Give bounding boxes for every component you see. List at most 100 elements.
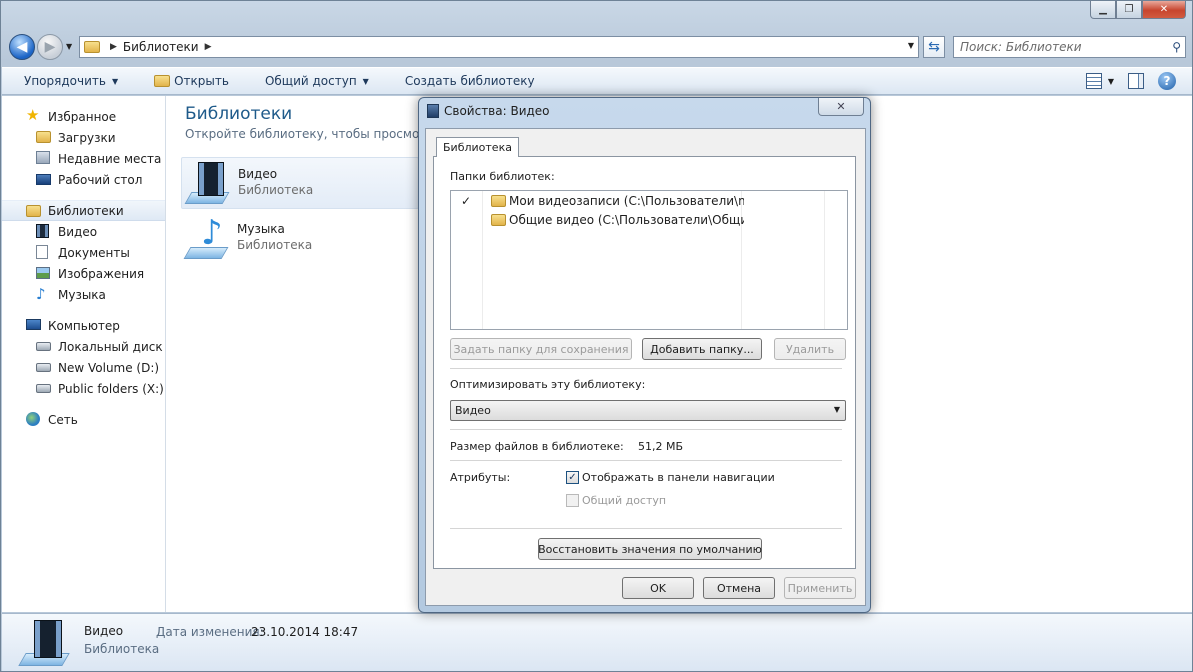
details-date-label: Дата изменения: (156, 625, 264, 639)
nav-computer[interactable]: Компьютер (2, 315, 165, 336)
library-item-music[interactable]: ♪ Музыка Библиотека (181, 213, 419, 265)
address-bar[interactable]: ▶ Библиотеки ▶ ▼ (79, 36, 919, 58)
share-button[interactable]: Общий доступ ▼ (243, 68, 383, 94)
pictures-icon (36, 267, 50, 279)
chevron-down-icon: ▼ (111, 76, 119, 86)
shared-checkbox[interactable] (566, 494, 579, 507)
music-library-icon: ♪ (183, 213, 229, 259)
ok-button[interactable]: OK (622, 577, 694, 599)
nav-downloads[interactable]: Загрузки (2, 127, 165, 148)
breadcrumb-arrow-icon[interactable]: ▶ (205, 42, 212, 52)
command-bar: Упорядочить ▼ Открыть Общий доступ ▼ Соз… (2, 67, 1192, 95)
maximize-button[interactable]: ❐ (1116, 1, 1142, 19)
search-input[interactable]: Поиск: Библиотеки ⚲ (953, 36, 1186, 58)
organize-button[interactable]: Упорядочить ▼ (2, 68, 132, 94)
default-save-check-icon: ✓ (461, 194, 472, 208)
nav-libraries[interactable]: Библиотеки (2, 200, 165, 221)
back-button[interactable]: ◀ (9, 34, 35, 60)
nav-new-volume[interactable]: New Volume (D:) (2, 357, 165, 378)
search-icon[interactable]: ⚲ (1172, 40, 1181, 54)
nav-images[interactable]: Изображения (2, 263, 165, 284)
computer-icon (26, 319, 41, 330)
library-name: Видео (238, 167, 278, 181)
nav-video-label: Видео (58, 224, 98, 239)
nav-favorites[interactable]: ★ Избранное (2, 106, 165, 127)
folder-path: Общие видео (C:\Пользователи\Общие) (509, 213, 744, 227)
nav-local-disk[interactable]: Локальный диск (C (2, 336, 165, 357)
share-label: Общий доступ (264, 74, 357, 88)
network-drive-icon (36, 384, 51, 393)
nav-network[interactable]: Сеть (2, 409, 165, 430)
nav-music[interactable]: ♪ Музыка (2, 284, 165, 305)
address-dropdown-icon[interactable]: ▼ (908, 41, 914, 50)
tab-library[interactable]: Библиотека (436, 137, 519, 157)
restore-defaults-button[interactable]: Восстановить значения по умолчанию (538, 538, 762, 560)
video-library-icon (18, 618, 70, 668)
properties-dialog: Свойства: Видео ✕ Библиотека Папки библи… (418, 97, 871, 613)
show-in-nav-label[interactable]: Отображать в панели навигации (582, 471, 775, 484)
nav-music-label: Музыка (58, 287, 106, 302)
nav-images-label: Изображения (58, 266, 145, 281)
details-name: Видео (84, 624, 124, 638)
library-item-video[interactable]: Видео Библиотека (181, 157, 419, 209)
close-icon: ✕ (1159, 4, 1169, 15)
attributes-label: Атрибуты: (450, 471, 511, 484)
chevron-down-icon: ▼ (833, 405, 840, 414)
recent-pages-dropdown[interactable]: ▼ (66, 42, 72, 51)
dialog-body: Библиотека Папки библиотек: ✓ Мои видеоз… (425, 128, 866, 606)
set-save-location-button[interactable]: Задать папку для сохранения (450, 338, 632, 360)
chevron-down-icon: ▼ (1107, 76, 1114, 86)
details-date-value: 23.10.2014 18:47 (251, 625, 359, 639)
nav-new-volume-label: New Volume (D:) (58, 360, 160, 375)
tab-panel-library: Папки библиотек: ✓ Мои видеозаписи (C:\П… (433, 156, 856, 569)
desktop-icon (36, 174, 51, 185)
address-row: ◀ ▶ ▼ ▶ Библиотеки ▶ ▼ ⇆ Поиск: Библиоте… (7, 33, 1186, 61)
add-folder-button[interactable]: Добавить папку... (642, 338, 762, 360)
dialog-close-button[interactable]: ✕ (818, 98, 864, 116)
optimize-label: Оптимизировать эту библиотеку: (450, 378, 646, 391)
create-library-label: Создать библиотеку (404, 74, 535, 88)
library-type: Библиотека (237, 238, 313, 252)
create-library-button[interactable]: Создать библиотеку (383, 68, 549, 94)
apply-button[interactable]: Применить (784, 577, 856, 599)
breadcrumb-libraries[interactable]: Библиотеки (123, 40, 199, 54)
dialog-title-bar: Свойства: Видео (427, 104, 550, 118)
refresh-button[interactable]: ⇆ (923, 36, 945, 58)
remove-button[interactable]: Удалить (774, 338, 846, 360)
library-size-value: 51,2 МБ (638, 440, 684, 453)
optimize-select[interactable]: Видео ▼ (450, 400, 846, 421)
downloads-folder-icon (36, 131, 51, 143)
network-globe-icon (26, 412, 40, 426)
nav-documents[interactable]: Документы (2, 242, 165, 263)
hard-drive-icon (36, 363, 51, 372)
nav-recent-places[interactable]: Недавние места (2, 148, 165, 169)
preview-pane-icon[interactable] (1128, 73, 1144, 89)
list-item[interactable]: Общие видео (C:\Пользователи\Общие) (451, 210, 847, 230)
breadcrumb-arrow-icon[interactable]: ▶ (110, 42, 117, 52)
view-controls: ▼ ? (1085, 72, 1176, 90)
nav-libraries-label: Библиотеки (48, 203, 124, 218)
nav-public-folders[interactable]: Public folders (X:) (2, 378, 165, 399)
change-view-button[interactable]: ▼ (1085, 73, 1114, 89)
list-item[interactable]: ✓ Мои видеозаписи (C:\Пользователи\m_ (451, 191, 847, 211)
open-folder-icon (154, 75, 171, 87)
library-folders-list[interactable]: ✓ Мои видеозаписи (C:\Пользователи\m_ Об… (450, 190, 848, 330)
folder-path: Мои видеозаписи (C:\Пользователи\m_ (509, 194, 744, 208)
nav-video[interactable]: Видео (2, 221, 165, 242)
cancel-button[interactable]: Отмена (703, 577, 775, 599)
library-type: Библиотека (238, 183, 314, 197)
optimize-value: Видео (455, 404, 491, 417)
show-in-nav-checkbox[interactable]: ✓ (566, 471, 579, 484)
open-button[interactable]: Открыть (132, 68, 243, 94)
nav-desktop[interactable]: Рабочий стол (2, 169, 165, 190)
window-caption-buttons: ▁ ❐ ✕ (1090, 1, 1186, 19)
close-button[interactable]: ✕ (1142, 1, 1186, 19)
page-subtitle: Откройте библиотеку, чтобы просмотреть (185, 127, 419, 141)
forward-button[interactable]: ▶ (37, 34, 63, 60)
help-icon[interactable]: ? (1158, 72, 1176, 90)
minimize-button[interactable]: ▁ (1090, 1, 1116, 19)
nav-recent-label: Недавние места (58, 151, 162, 166)
restore-icon: ❐ (1124, 4, 1134, 15)
